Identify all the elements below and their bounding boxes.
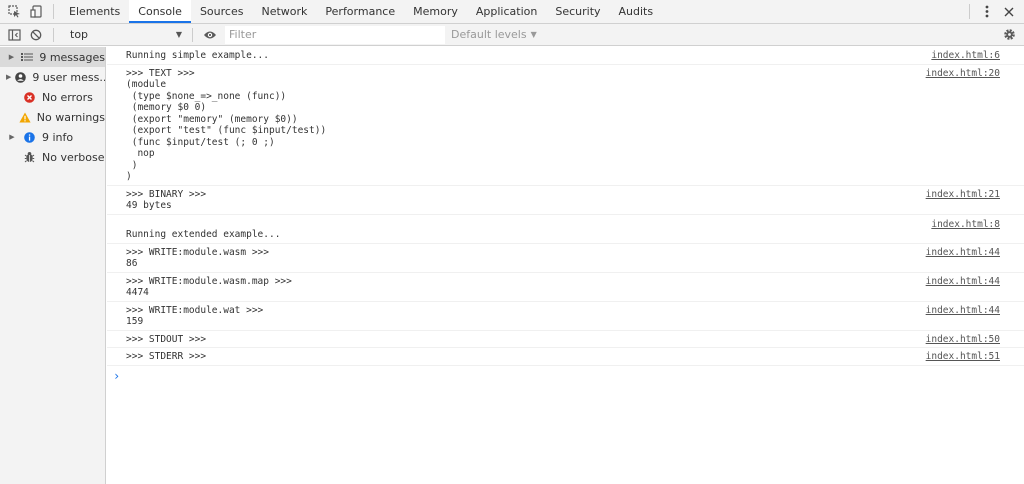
- prompt-chevron-icon: ›: [113, 368, 121, 383]
- filter-input[interactable]: [225, 25, 445, 44]
- sidebar-item-messages[interactable]: ▶ 9 messages: [0, 47, 105, 67]
- divider: [969, 4, 970, 19]
- console-sidebar: ▶ 9 messages ▶ 9 user mess... No errors …: [0, 47, 106, 484]
- source-link[interactable]: index.html:20: [926, 68, 1000, 80]
- tab-security[interactable]: Security: [546, 0, 609, 23]
- console-message: >>> WRITE:module.wat >>> 159 index.html:…: [107, 302, 1024, 331]
- sidebar-item-label: No verbose: [42, 150, 105, 164]
- info-icon: [22, 130, 36, 144]
- context-selector[interactable]: top ▼: [66, 26, 186, 44]
- log-levels-dropdown[interactable]: Default levels ▼: [451, 28, 537, 41]
- tab-elements[interactable]: Elements: [60, 0, 129, 23]
- message-text: Running simple example...: [126, 50, 269, 61]
- message-text: Running extended example...: [126, 229, 281, 240]
- sidebar-item-errors[interactable]: No errors: [0, 87, 105, 107]
- message-text: >>> WRITE:module.wasm >>> 86: [126, 246, 269, 270]
- dropdown-arrow-icon: ▼: [530, 30, 537, 39]
- console-message: >>> STDOUT >>> index.html:50: [107, 331, 1024, 348]
- list-icon: [21, 50, 34, 64]
- error-icon: [22, 90, 36, 104]
- console-message: >>> WRITE:module.wasm.map >>> 4474 index…: [107, 273, 1024, 302]
- divider: [53, 27, 54, 42]
- source-link[interactable]: index.html:44: [926, 305, 1000, 317]
- sidebar-item-info[interactable]: ▶ 9 info: [0, 127, 105, 147]
- source-link[interactable]: index.html:8: [931, 219, 1000, 231]
- tab-application[interactable]: Application: [467, 0, 546, 23]
- sidebar-item-label: No errors: [42, 90, 93, 104]
- divider: [192, 27, 193, 42]
- sidebar-item-warnings[interactable]: No warnings: [0, 107, 105, 127]
- sidebar-item-user-messages[interactable]: ▶ 9 user mess...: [0, 67, 105, 87]
- context-selector-value: top: [70, 28, 89, 41]
- tab-performance[interactable]: Performance: [316, 0, 404, 23]
- user-icon: [15, 70, 27, 84]
- sidebar-item-label: 9 messages: [39, 50, 105, 64]
- source-link[interactable]: index.html:6: [931, 50, 1000, 62]
- expand-arrow-icon[interactable]: ▶: [6, 73, 11, 81]
- close-icon[interactable]: [998, 0, 1020, 23]
- sidebar-item-label: No warnings: [36, 110, 105, 124]
- sidebar-item-label: 9 user mess...: [32, 70, 105, 84]
- message-text: >>> WRITE:module.wasm.map >>> 4474: [126, 275, 292, 299]
- console-prompt[interactable]: ›: [107, 366, 1024, 383]
- bug-icon: [22, 150, 36, 164]
- console-settings-gear-icon[interactable]: [998, 24, 1020, 45]
- console-message: >>> TEXT >>> (module (type $none_=>_none…: [107, 65, 1024, 186]
- tab-console[interactable]: Console: [129, 0, 191, 23]
- devtools-tab-bar: Elements Console Sources Network Perform…: [0, 0, 1024, 24]
- source-link[interactable]: index.html:21: [926, 189, 1000, 201]
- sidebar-toggle-icon[interactable]: [3, 23, 25, 46]
- tab-memory[interactable]: Memory: [404, 0, 467, 23]
- console-toolbar: top ▼ Default levels ▼: [0, 24, 1024, 46]
- console-message: >>> STDERR >>> index.html:51: [107, 348, 1024, 366]
- console-message: Running simple example... index.html:6: [107, 47, 1024, 65]
- dropdown-arrow-icon: ▼: [175, 30, 182, 39]
- message-text: >>> STDERR >>>: [126, 351, 207, 362]
- message-text: >>> BINARY >>> 49 bytes: [126, 188, 207, 212]
- console-messages: Running simple example... index.html:6 >…: [107, 47, 1024, 484]
- more-options-icon[interactable]: [976, 0, 998, 23]
- expand-arrow-icon[interactable]: ▶: [6, 53, 17, 61]
- live-expression-eye-icon[interactable]: [199, 23, 221, 46]
- tab-audits[interactable]: Audits: [610, 0, 663, 23]
- console-message: Running extended example... index.html:8: [107, 215, 1024, 244]
- source-link[interactable]: index.html:44: [926, 276, 1000, 288]
- expand-arrow-icon[interactable]: ▶: [6, 133, 18, 141]
- sidebar-item-verbose[interactable]: No verbose: [0, 147, 105, 167]
- sidebar-item-label: 9 info: [42, 130, 74, 144]
- warning-icon: [19, 110, 31, 124]
- device-toolbar-icon[interactable]: [25, 0, 47, 23]
- tab-sources[interactable]: Sources: [191, 0, 253, 23]
- source-link[interactable]: index.html:44: [926, 247, 1000, 259]
- source-link[interactable]: index.html:51: [926, 351, 1000, 363]
- console-message: >>> BINARY >>> 49 bytes index.html:21: [107, 186, 1024, 215]
- message-text: >>> TEXT >>> (module (type $none_=>_none…: [126, 67, 327, 183]
- console-message: >>> WRITE:module.wasm >>> 86 index.html:…: [107, 244, 1024, 273]
- message-text: >>> STDOUT >>>: [126, 333, 207, 345]
- source-link[interactable]: index.html:50: [926, 334, 1000, 346]
- log-levels-label: Default levels: [451, 28, 527, 41]
- tab-network[interactable]: Network: [252, 0, 316, 23]
- inspect-element-icon[interactable]: [3, 0, 25, 23]
- message-text: >>> WRITE:module.wat >>> 159: [126, 304, 264, 328]
- clear-console-icon[interactable]: [25, 23, 47, 46]
- divider: [53, 4, 54, 19]
